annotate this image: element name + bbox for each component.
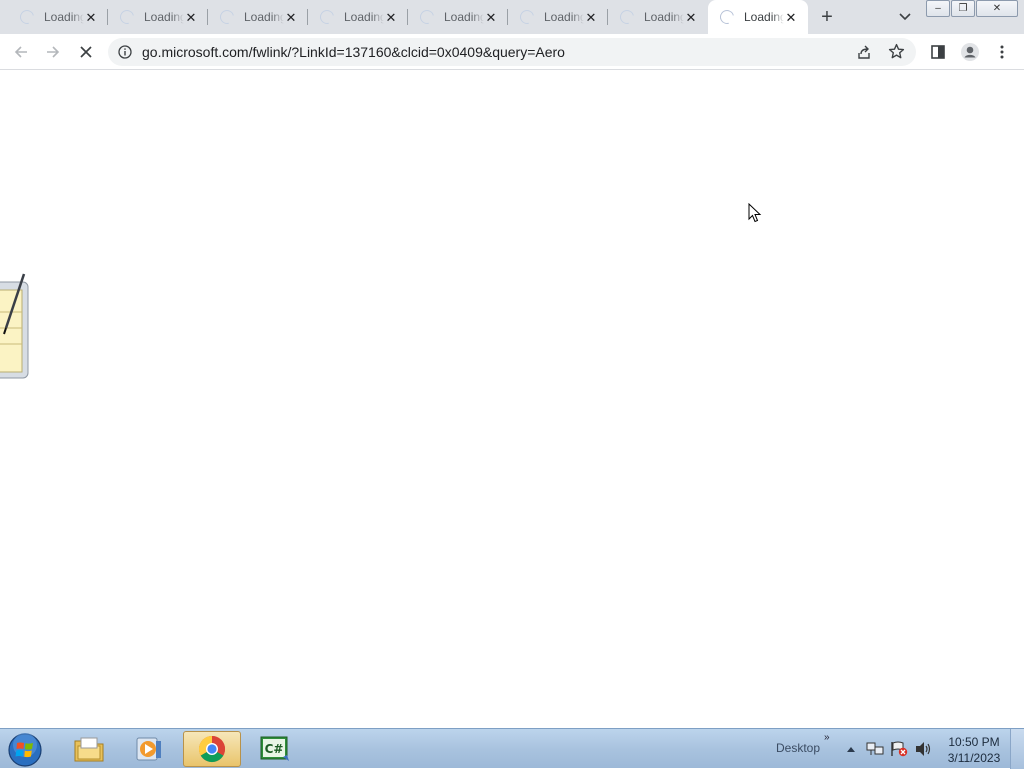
toolbar-overflow-chevron-icon[interactable]: » [824,732,830,743]
tab-close-icon[interactable]: ✕ [284,10,298,24]
loading-spinner-icon [417,7,437,27]
loading-spinner-icon [117,7,137,27]
tab-title: Loading [644,10,684,24]
tab-title: Loading [344,10,384,24]
minimize-button[interactable]: ‒ [926,0,950,17]
tab-close-icon[interactable]: ✕ [384,10,398,24]
windows-taskbar: C# Desktop » 10:50 PM 3/11/2023 [0,728,1024,769]
back-arrow-icon [14,46,27,58]
tab-list: Loading ✕ Loading ✕ Loading ✕ Loading ✕ … [8,0,808,34]
clock-date[interactable]: 3/11/2023 [946,751,1002,765]
share-icon[interactable] [856,44,872,60]
action-center-flag-icon[interactable] [890,741,908,757]
loading-spinner-icon [17,7,37,27]
tab-close-icon[interactable]: ✕ [84,10,98,24]
media-player-icon [136,737,161,761]
folder-icon [74,737,104,762]
side-panel-icon [931,45,945,59]
profile-avatar-icon [961,43,979,61]
tab-title: Loading [44,10,84,24]
tab-strip: Loading ✕ Loading ✕ Loading ✕ Loading ✕ … [0,0,1024,34]
loading-spinner-icon [517,7,537,27]
tab-2[interactable]: Loading ✕ [108,0,208,34]
show-desktop-button[interactable] [1010,729,1024,769]
page-content [0,71,1024,728]
taskbar-explorer-button[interactable] [60,731,118,767]
restore-button[interactable]: ❐ [951,0,975,17]
bookmark-star-icon[interactable] [888,43,905,60]
tab-title: Loading [244,10,284,24]
tab-close-icon[interactable]: ✕ [584,10,598,24]
taskbar-chrome-button[interactable] [183,731,241,767]
tab-close-icon[interactable]: ✕ [484,10,498,24]
tab-close-icon[interactable]: ✕ [784,10,798,24]
svg-text:C#: C# [265,742,284,756]
loading-spinner-icon [617,7,637,27]
loading-spinner-icon [717,7,737,27]
tab-5[interactable]: Loading ✕ [408,0,508,34]
url-text[interactable]: go.microsoft.com/fwlink/?LinkId=137160&c… [142,44,565,60]
browser-toolbar: go.microsoft.com/fwlink/?LinkId=137160&c… [0,34,1024,70]
tab-4[interactable]: Loading ✕ [308,0,408,34]
stop-loading-button[interactable] [74,40,98,64]
new-tab-button[interactable]: + [815,5,839,29]
back-button[interactable] [9,40,33,64]
mouse-cursor-icon [748,203,762,223]
tab-search-chevron-icon[interactable] [895,8,915,26]
kebab-menu-icon [1000,45,1004,59]
start-button[interactable] [6,731,46,769]
profile-button[interactable] [958,40,982,64]
tab-title: Loading [444,10,484,24]
info-icon[interactable] [118,45,132,59]
forward-arrow-icon [47,46,60,58]
tab-8-active[interactable]: Loading ✕ [708,0,808,34]
tab-1[interactable]: Loading ✕ [8,0,108,34]
volume-speaker-icon[interactable] [914,741,932,757]
csharp-app-icon: C# [260,736,289,761]
tab-title: Loading [744,10,784,24]
loading-spinner-icon [217,7,237,27]
loading-spinner-icon [317,7,337,27]
stop-x-icon [80,46,92,58]
window-caption-buttons: ‒ ❐ ✕ [926,0,1019,18]
taskbar-media-player-button[interactable] [120,731,178,767]
chrome-icon [198,735,226,763]
menu-button[interactable] [990,40,1014,64]
close-window-button[interactable]: ✕ [976,0,1018,17]
tab-title: Loading [544,10,584,24]
side-panel-button[interactable] [926,40,950,64]
forward-button[interactable] [41,40,65,64]
tab-close-icon[interactable]: ✕ [184,10,198,24]
address-bar[interactable]: go.microsoft.com/fwlink/?LinkId=137160&c… [108,38,916,66]
tab-7[interactable]: Loading ✕ [608,0,708,34]
windows-orb-icon [8,733,42,767]
tab-6[interactable]: Loading ✕ [508,0,608,34]
network-icon[interactable] [866,741,884,757]
tab-close-icon[interactable]: ✕ [684,10,698,24]
show-hidden-icons-icon[interactable] [846,745,856,753]
taskbar-csharp-app-button[interactable]: C# [246,731,304,767]
tab-3[interactable]: Loading ✕ [208,0,308,34]
notepad-icon [0,273,29,379]
clock-time[interactable]: 10:50 PM [948,735,1000,749]
tab-title: Loading [144,10,184,24]
desktop-toolbar-label[interactable]: Desktop [776,741,820,755]
